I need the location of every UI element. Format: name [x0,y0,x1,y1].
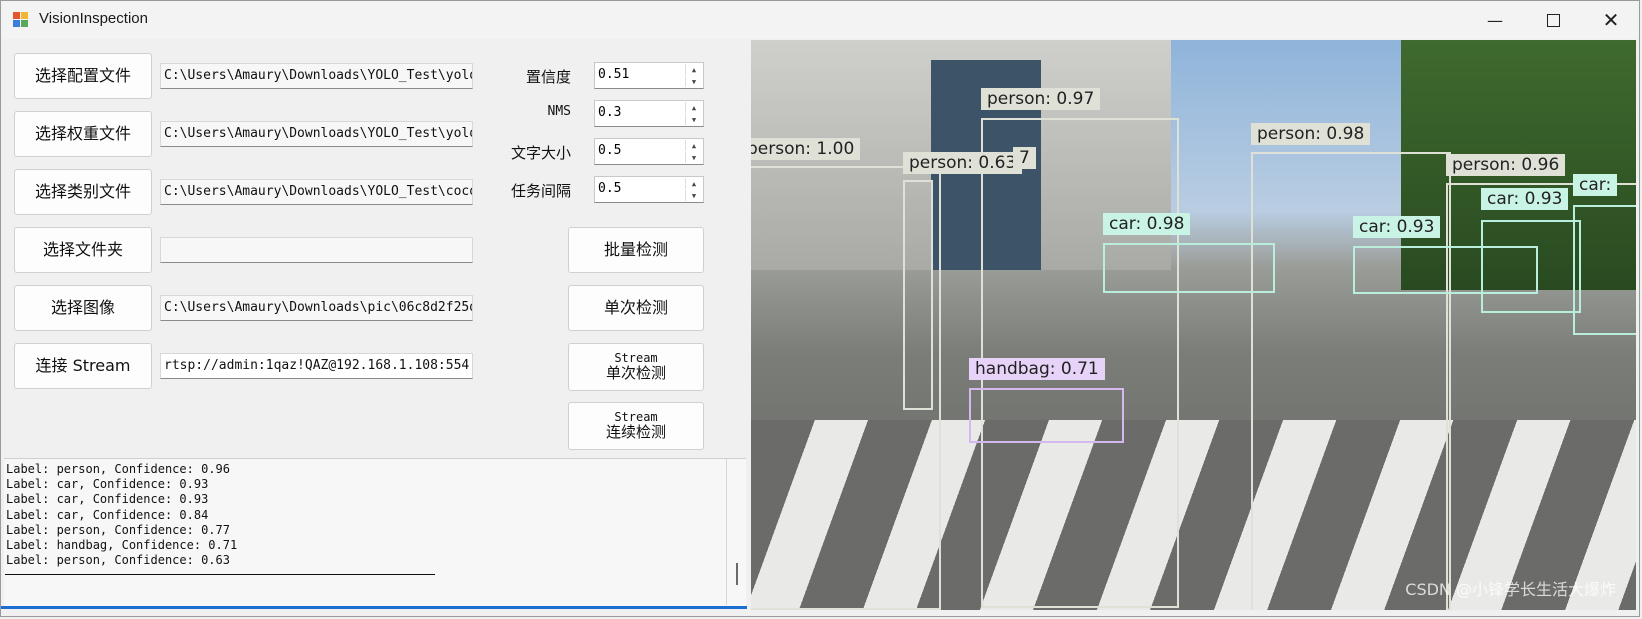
window-title: VisionInspection [39,10,148,27]
nms-value[interactable]: 0.3 [598,105,621,120]
interval-label: 任务间隔 [510,182,571,200]
spin-down-icon[interactable]: ▼ [685,152,702,163]
connect-stream-button[interactable]: 连接 Stream [14,343,152,389]
stream-url-field[interactable]: rtsp://admin:1qaz!QAZ@192.168.1.108:554 [160,353,473,379]
spin-down-icon[interactable]: ▼ [685,114,702,125]
spin-down-icon[interactable]: ▼ [685,76,702,87]
log-line: Label: car, Confidence: 0.93 [6,492,209,507]
detection-label: person: 0.98 [1251,123,1371,145]
interval-spinner[interactable]: 0.5 ▲ ▼ [594,176,704,203]
watermark: CSDN @小锋学长生活大爆炸 [1405,580,1616,599]
progress-bar [1,606,747,609]
maximize-icon[interactable] [1524,1,1582,39]
detection-label: car: 0.98 [1103,213,1191,235]
font-size-label: 文字大小 [510,144,571,162]
confidence-value[interactable]: 0.51 [598,67,629,82]
scrollbar-thumb[interactable] [736,563,738,585]
nms-label: NMS [547,104,571,119]
scrollbar-track[interactable] [726,459,727,605]
detection-label: car: 0.93 [1481,188,1569,210]
detection-box [1103,243,1275,293]
log-line: Label: car, Confidence: 0.93 [6,477,209,492]
spin-up-icon[interactable]: ▲ [685,178,702,189]
detection-label: car: [1573,174,1618,196]
log-output[interactable]: Label: person, Confidence: 0.96 Label: c… [4,458,746,606]
stream-single-line2: 单次检测 [605,364,666,383]
interval-value[interactable]: 0.5 [598,181,621,196]
detection-label: person: 0.96 [1446,154,1566,176]
batch-detect-button[interactable]: 批量检测 [568,227,704,273]
title-bar: VisionInspection — ✕ [1,1,1639,39]
select-config-button[interactable]: 选择配置文件 [14,53,152,99]
log-line: Label: person, Confidence: 0.77 [6,522,230,537]
log-line: Label: car, Confidence: 0.84 [6,507,209,522]
weights-path-field[interactable]: C:\Users\Amaury\Downloads\YOLO_Test\yolo… [160,121,473,147]
log-line: Label: person, Confidence: 0.96 [6,462,230,476]
confidence-label: 置信度 [525,68,571,86]
folder-path-field[interactable] [160,237,473,263]
log-line: Label: person, Confidence: 0.63 [6,553,230,568]
detection-box [969,388,1124,443]
detection-label: 7 [1013,147,1036,169]
minimize-icon[interactable]: — [1466,1,1524,39]
detection-label: person: 0.63 [903,152,1023,174]
close-icon[interactable]: ✕ [1582,1,1640,39]
classes-path-field[interactable]: C:\Users\Amaury\Downloads\YOLO_Test\coco… [160,179,473,205]
spin-up-icon[interactable]: ▲ [685,64,702,75]
detection-box [1481,220,1581,313]
select-weights-button[interactable]: 选择权重文件 [14,111,152,157]
detection-label: person: 0.97 [981,88,1101,110]
spin-up-icon[interactable]: ▲ [685,102,702,113]
select-folder-button[interactable]: 选择文件夹 [14,227,152,273]
config-path-field[interactable]: C:\Users\Amaury\Downloads\YOLO_Test\yolo… [160,63,473,89]
app-icon [13,12,29,28]
detection-label: car: 0.93 [1353,216,1441,238]
select-classes-button[interactable]: 选择类别文件 [14,169,152,215]
detection-label: handbag: 0.71 [969,358,1105,380]
font-size-spinner[interactable]: 0.5 ▲ ▼ [594,138,704,165]
select-image-button[interactable]: 选择图像 [14,285,152,331]
confidence-spinner[interactable]: 0.51 ▲ ▼ [594,62,704,89]
stream-single-detect-button[interactable]: Stream 单次检测 [568,343,704,391]
single-detect-button[interactable]: 单次检测 [568,285,704,331]
main-window: VisionInspection — ✕ 选择配置文件 C:\Users\Ama… [0,0,1640,617]
font-size-value[interactable]: 0.5 [598,143,621,158]
image-path-field[interactable]: C:\Users\Amaury\Downloads\pic\06c8d2f25d… [160,295,473,321]
nms-spinner[interactable]: 0.3 ▲ ▼ [594,100,704,127]
spin-up-icon[interactable]: ▲ [685,140,702,151]
detection-box [1573,205,1636,335]
detection-label: person: 1.00 [751,138,861,160]
log-lines: Label: person, Confidence: 0.96 Label: c… [6,462,237,568]
stream-continuous-detect-button[interactable]: Stream 连续检测 [568,402,704,450]
log-divider [5,574,435,575]
stream-cont-line2: 连续检测 [605,423,666,442]
log-line: Label: handbag, Confidence: 0.71 [6,538,238,553]
detection-box [903,180,933,410]
detection-image: person: 0.97 person: 1.00 person: 0.63 7… [751,40,1636,610]
spin-down-icon[interactable]: ▼ [685,190,702,201]
